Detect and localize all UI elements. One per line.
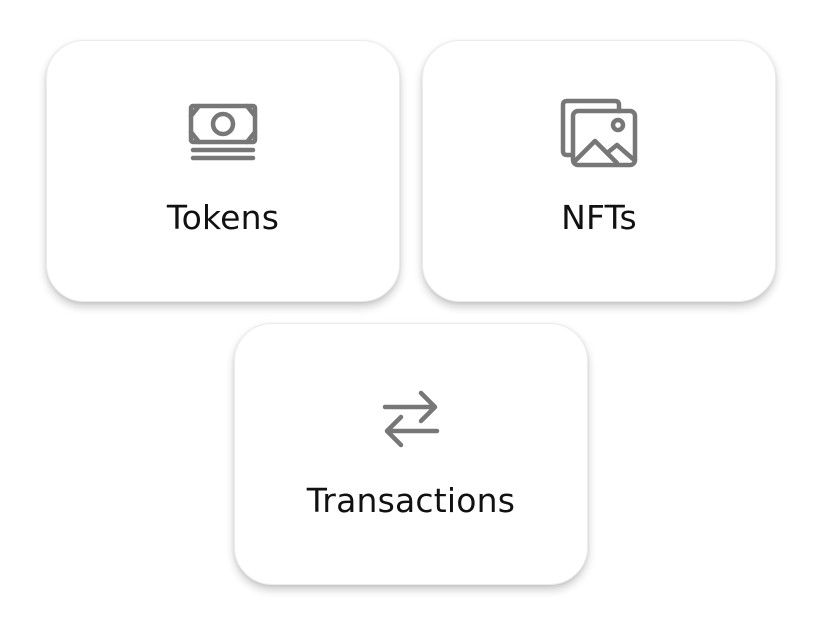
tokens-card[interactable]: Tokens — [46, 40, 400, 302]
nfts-card[interactable]: NFTs — [422, 40, 776, 302]
transactions-card[interactable]: Transactions — [234, 323, 588, 585]
transactions-label: Transactions — [306, 481, 516, 520]
banknote-icon — [47, 99, 399, 165]
tokens-label: Tokens — [166, 198, 280, 237]
images-icon — [423, 97, 775, 169]
arrows-left-right-icon — [235, 383, 587, 455]
nfts-label: NFTs — [561, 198, 637, 237]
